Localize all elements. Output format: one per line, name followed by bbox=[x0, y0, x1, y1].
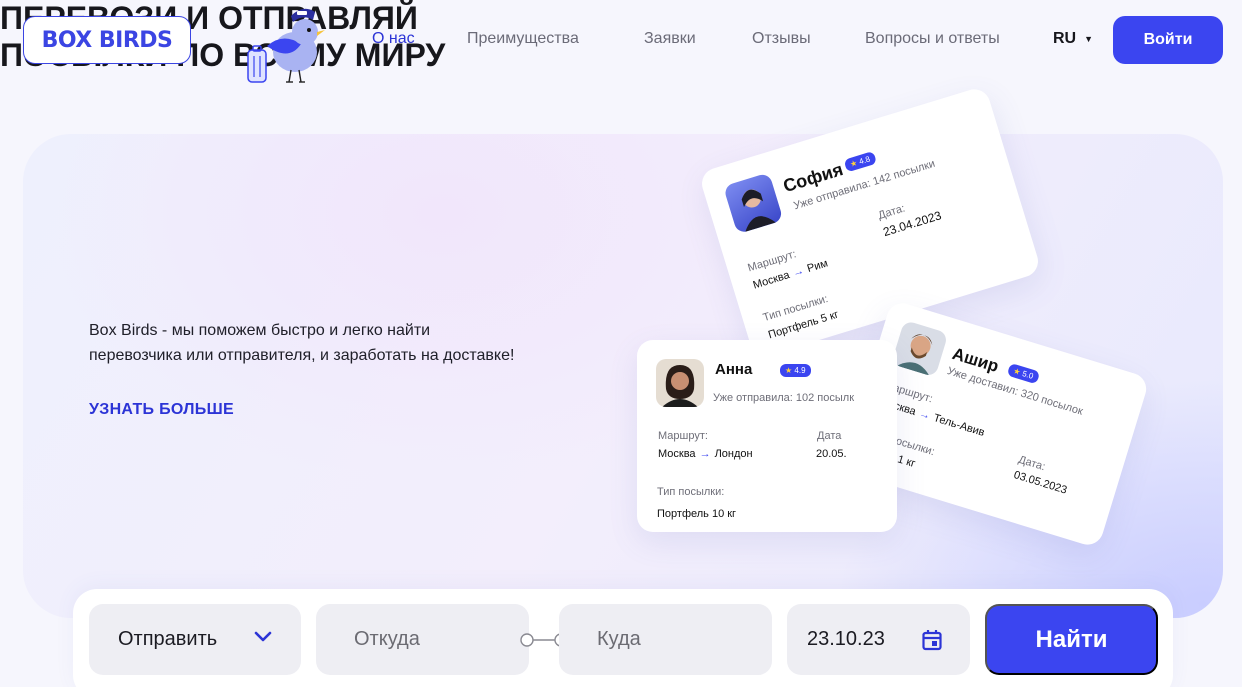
date-value: 23.10.23 bbox=[807, 628, 885, 650]
nav-about[interactable]: О нас bbox=[372, 30, 415, 48]
from-input[interactable]: Откуда bbox=[316, 604, 529, 675]
chevron-down-icon bbox=[254, 631, 272, 642]
card-stat: Уже отправила: 102 посылк bbox=[713, 392, 855, 404]
calendar-icon bbox=[922, 630, 942, 651]
route-from: Москва bbox=[751, 269, 792, 292]
route: Москва → Лондон bbox=[658, 448, 753, 460]
route-from: Москва bbox=[658, 448, 696, 460]
route-to: Лондон bbox=[714, 448, 753, 460]
login-button[interactable]: Войти bbox=[1113, 16, 1223, 64]
rating-value: 5.0 bbox=[1021, 369, 1035, 381]
hero-subtitle-line-2: перевозчика или отправителя, и заработат… bbox=[89, 347, 515, 364]
date-label: Дата bbox=[817, 430, 842, 442]
avatar-anna bbox=[656, 359, 704, 407]
type-value: Портфель 10 кг bbox=[657, 508, 737, 520]
route-to: Рим bbox=[805, 257, 830, 276]
date-picker[interactable]: 23.10.23 bbox=[787, 604, 970, 675]
courier-card-anna[interactable]: Анна ★ 4.9 Уже отправила: 102 посылк Мар… bbox=[637, 340, 897, 532]
rating-value: 4.8 bbox=[857, 154, 872, 167]
bird-mascot-icon bbox=[247, 8, 325, 83]
route-label: Маршрут: bbox=[658, 430, 708, 442]
avatar-sofia bbox=[723, 172, 784, 235]
nav-advantages[interactable]: Преимущества bbox=[467, 30, 579, 48]
to-input[interactable]: Куда bbox=[559, 604, 772, 675]
star-icon: ★ bbox=[848, 158, 859, 170]
route-to: Тель-Авив bbox=[931, 412, 986, 439]
rating-badge: ★ 4.8 bbox=[843, 151, 877, 173]
nav-requests[interactable]: Заявки bbox=[644, 30, 696, 48]
arrow-right-icon: → bbox=[917, 407, 932, 423]
avatar-ashir bbox=[891, 319, 949, 378]
star-icon: ★ bbox=[785, 366, 793, 375]
date-value: 20.05. bbox=[816, 448, 847, 460]
find-button[interactable]: Найти bbox=[985, 604, 1158, 675]
rating-badge: ★ 4.9 bbox=[780, 364, 811, 377]
hero-subtitle-line-1: Box Birds - мы поможем быстро и легко на… bbox=[89, 322, 431, 339]
nav-reviews[interactable]: Отзывы bbox=[752, 30, 811, 48]
from-placeholder: Откуда bbox=[354, 628, 420, 650]
type-label: Тип посылки: bbox=[657, 486, 725, 498]
arrow-right-icon: → bbox=[791, 264, 806, 280]
card-name: Анна bbox=[715, 361, 753, 378]
to-placeholder: Куда bbox=[597, 628, 641, 650]
logo[interactable]: BOX BIRDS bbox=[23, 16, 191, 64]
learn-more-link[interactable]: УЗНАТЬ БОЛЬШЕ bbox=[89, 401, 234, 419]
arrow-right-icon: → bbox=[699, 448, 711, 460]
caret-down-icon: ▼ bbox=[1084, 34, 1094, 44]
language-selector[interactable]: RU ▼ bbox=[1053, 30, 1093, 48]
rating-badge: ★ 5.0 bbox=[1006, 362, 1040, 385]
nav-faq[interactable]: Вопросы и ответы bbox=[865, 30, 1000, 48]
rating-value: 4.9 bbox=[794, 366, 806, 375]
mode-value: Отправить bbox=[118, 628, 218, 650]
language-label: RU bbox=[1053, 30, 1077, 47]
hero-subtitle: Box Birds - мы поможем быстро и легко на… bbox=[89, 318, 609, 368]
mode-select[interactable]: Отправить bbox=[89, 604, 301, 675]
date-value: 03.05.2023 bbox=[1012, 469, 1069, 497]
